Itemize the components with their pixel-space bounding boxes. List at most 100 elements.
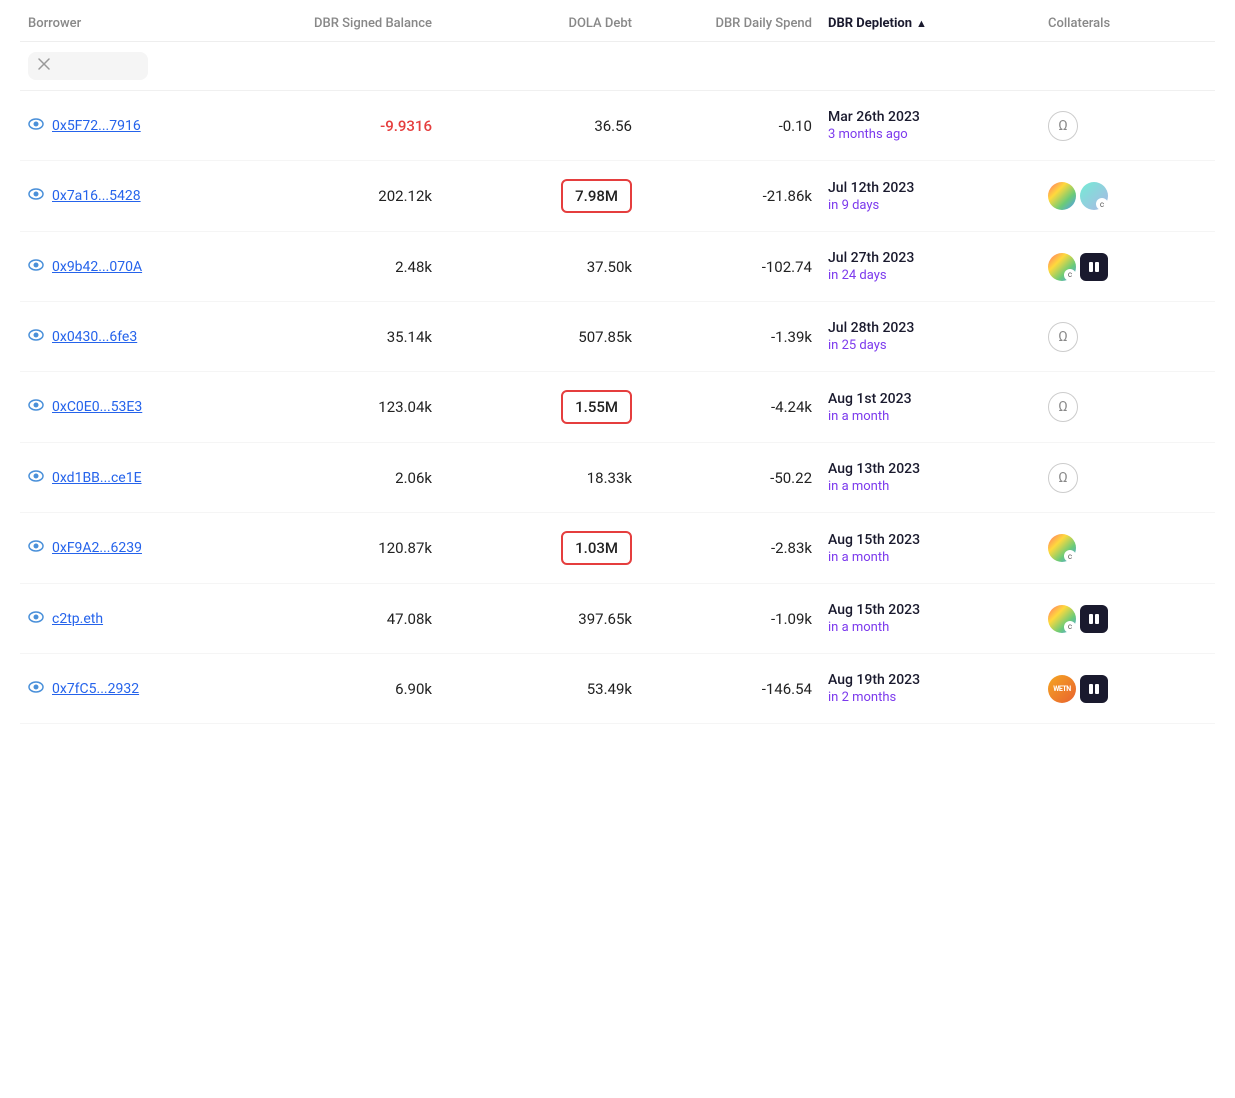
borrower-address[interactable]: c2tp.eth <box>52 611 103 627</box>
table-row: 0x7a16...5428 202.12k 7.98M -21.86k Jul … <box>20 161 1215 232</box>
borrower-address[interactable]: 0x7fC5...2932 <box>52 681 139 697</box>
depletion-relative: 3 months ago <box>828 127 1032 142</box>
dola-debt-cell: 507.85k <box>440 328 640 346</box>
dbr-daily-spend-value: -146.54 <box>762 680 812 698</box>
dbr-balance-cell: 202.12k <box>240 187 440 205</box>
dola-debt-value: 37.50k <box>587 258 632 276</box>
eye-icon[interactable] <box>28 540 44 556</box>
table-row: 0x5F72...7916 -9.9316 36.56 -0.10 Mar 26… <box>20 91 1215 161</box>
collaterals-cell: c <box>1040 605 1190 633</box>
collateral-icons: c <box>1048 605 1182 633</box>
collateral-icons: Ω <box>1048 463 1182 493</box>
col-header-borrower: Borrower <box>20 16 240 31</box>
depletion-relative: in a month <box>828 479 1032 494</box>
depletion-cell: Aug 1st 2023 in a month <box>820 391 1040 424</box>
dbr-balance-value: 2.48k <box>395 258 432 276</box>
dola-debt-value: 53.49k <box>587 680 632 698</box>
dbr-balance-value: 123.04k <box>378 398 432 416</box>
collaterals-cell: WETN <box>1040 675 1190 703</box>
borrower-address[interactable]: 0xF9A2...6239 <box>52 540 142 556</box>
table-row: c2tp.eth 47.08k 397.65k -1.09k Aug 15th … <box>20 584 1215 654</box>
borrower-address[interactable]: 0x0430...6fe3 <box>52 329 137 345</box>
borrower-cell: 0x5F72...7916 <box>20 118 240 134</box>
eye-icon[interactable] <box>28 611 44 627</box>
dbr-balance-cell: 47.08k <box>240 610 440 628</box>
borrower-address[interactable]: 0xC0E0...53E3 <box>52 399 142 415</box>
dbr-daily-spend-cell: -1.09k <box>640 610 820 628</box>
depletion-date: Aug 1st 2023 <box>828 391 1032 407</box>
collateral-icons: Ω <box>1048 111 1182 141</box>
depletion-date: Aug 19th 2023 <box>828 672 1032 688</box>
dbr-balance-value: 202.12k <box>378 187 432 205</box>
collaterals-cell: Ω <box>1040 322 1190 352</box>
col-header-dbr-depletion[interactable]: DBR Depletion ▲ <box>820 16 1040 31</box>
dola-debt-highlighted: 1.03M <box>561 531 632 565</box>
depletion-cell: Mar 26th 2023 3 months ago <box>820 109 1040 142</box>
borrower-address[interactable]: 0x9b42...070A <box>52 259 142 275</box>
dbr-balance-value: 47.08k <box>387 610 432 628</box>
borrower-address[interactable]: 0x7a16...5428 <box>52 188 141 204</box>
depletion-relative: in 24 days <box>828 268 1032 283</box>
collaterals-cell: c <box>1040 253 1190 281</box>
dbr-daily-spend-value: -0.10 <box>779 117 812 135</box>
eye-icon[interactable] <box>28 118 44 134</box>
depletion-cell: Jul 28th 2023 in 25 days <box>820 320 1040 353</box>
eye-icon[interactable] <box>28 259 44 275</box>
collateral-rainbow-c-icon: c <box>1048 605 1076 633</box>
collaterals-cell: Ω <box>1040 111 1190 141</box>
col-header-dbr-balance: DBR Signed Balance <box>240 16 440 31</box>
eye-icon[interactable] <box>28 470 44 486</box>
dbr-balance-cell: 6.90k <box>240 680 440 698</box>
borrowers-table: Borrower DBR Signed Balance DOLA Debt DB… <box>0 0 1235 764</box>
depletion-date: Jul 27th 2023 <box>828 250 1032 266</box>
dola-debt-cell: 1.55M <box>440 390 640 424</box>
collateral-omega-icon: Ω <box>1048 463 1078 493</box>
collaterals-cell: c <box>1040 534 1190 562</box>
depletion-date: Jul 12th 2023 <box>828 180 1032 196</box>
collateral-icons: WETN <box>1048 675 1182 703</box>
collateral-dark-m-icon <box>1080 675 1108 703</box>
dbr-daily-spend-value: -50.22 <box>770 469 812 487</box>
sort-arrow-icon: ▲ <box>916 17 927 30</box>
dbr-balance-value: 120.87k <box>378 539 432 557</box>
borrower-address[interactable]: 0x5F72...7916 <box>52 118 141 134</box>
dola-debt-value: 507.85k <box>578 328 632 346</box>
borrower-cell: c2tp.eth <box>20 611 240 627</box>
collateral-icons: Ω <box>1048 392 1182 422</box>
dola-debt-highlighted: 7.98M <box>561 179 632 213</box>
filter-box[interactable] <box>28 52 148 80</box>
eye-icon[interactable] <box>28 399 44 415</box>
table-row: 0xF9A2...6239 120.87k 1.03M -2.83k Aug 1… <box>20 513 1215 584</box>
dbr-balance-cell: 120.87k <box>240 539 440 557</box>
dbr-daily-spend-cell: -2.83k <box>640 539 820 557</box>
eye-icon[interactable] <box>28 188 44 204</box>
close-filter-icon[interactable] <box>38 58 50 74</box>
depletion-date: Aug 13th 2023 <box>828 461 1032 477</box>
depletion-relative: in 9 days <box>828 198 1032 213</box>
depletion-date: Aug 15th 2023 <box>828 602 1032 618</box>
borrower-cell: 0xF9A2...6239 <box>20 540 240 556</box>
depletion-date: Jul 28th 2023 <box>828 320 1032 336</box>
dola-debt-cell: 53.49k <box>440 680 640 698</box>
depletion-relative: in a month <box>828 409 1032 424</box>
collateral-omega-icon: Ω <box>1048 111 1078 141</box>
eye-icon[interactable] <box>28 329 44 345</box>
dola-debt-cell: 36.56 <box>440 117 640 135</box>
collateral-omega-icon: Ω <box>1048 392 1078 422</box>
depletion-cell: Aug 13th 2023 in a month <box>820 461 1040 494</box>
dola-debt-cell: 397.65k <box>440 610 640 628</box>
dbr-balance-cell: 123.04k <box>240 398 440 416</box>
dola-debt-cell: 7.98M <box>440 179 640 213</box>
dbr-balance-cell: 35.14k <box>240 328 440 346</box>
dola-debt-cell: 37.50k <box>440 258 640 276</box>
dbr-balance-value: -9.9316 <box>380 117 432 135</box>
borrower-address[interactable]: 0xd1BB...ce1E <box>52 470 142 486</box>
dbr-daily-spend-value: -2.83k <box>771 539 812 557</box>
dola-debt-cell: 18.33k <box>440 469 640 487</box>
depletion-date: Mar 26th 2023 <box>828 109 1032 125</box>
collateral-c-icon: c <box>1080 182 1108 210</box>
eye-icon[interactable] <box>28 681 44 697</box>
dbr-balance-value: 6.90k <box>395 680 432 698</box>
collateral-dark-m-icon <box>1080 605 1108 633</box>
dbr-daily-spend-value: -1.09k <box>771 610 812 628</box>
